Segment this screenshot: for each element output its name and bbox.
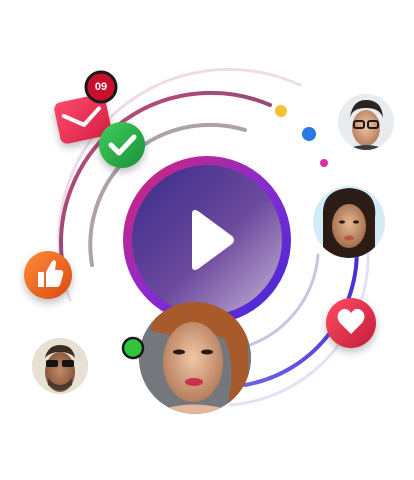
online-indicator: [121, 336, 145, 360]
play-button[interactable]: [123, 156, 291, 324]
avatar-woman-right[interactable]: [313, 186, 385, 258]
heart-button[interactable]: [326, 298, 376, 348]
dot-yellow: [275, 105, 287, 117]
check-button[interactable]: [99, 122, 145, 168]
dot-magenta: [320, 159, 328, 167]
avatar-man-sunglasses[interactable]: [32, 338, 88, 394]
dot-blue: [302, 127, 316, 141]
notification-badge-count: 09: [94, 81, 108, 93]
like-button[interactable]: [24, 251, 72, 299]
avatar-man-glasses[interactable]: [338, 94, 394, 160]
social-video-illustration: [24, 67, 394, 414]
avatar-woman-main[interactable]: [139, 302, 251, 414]
